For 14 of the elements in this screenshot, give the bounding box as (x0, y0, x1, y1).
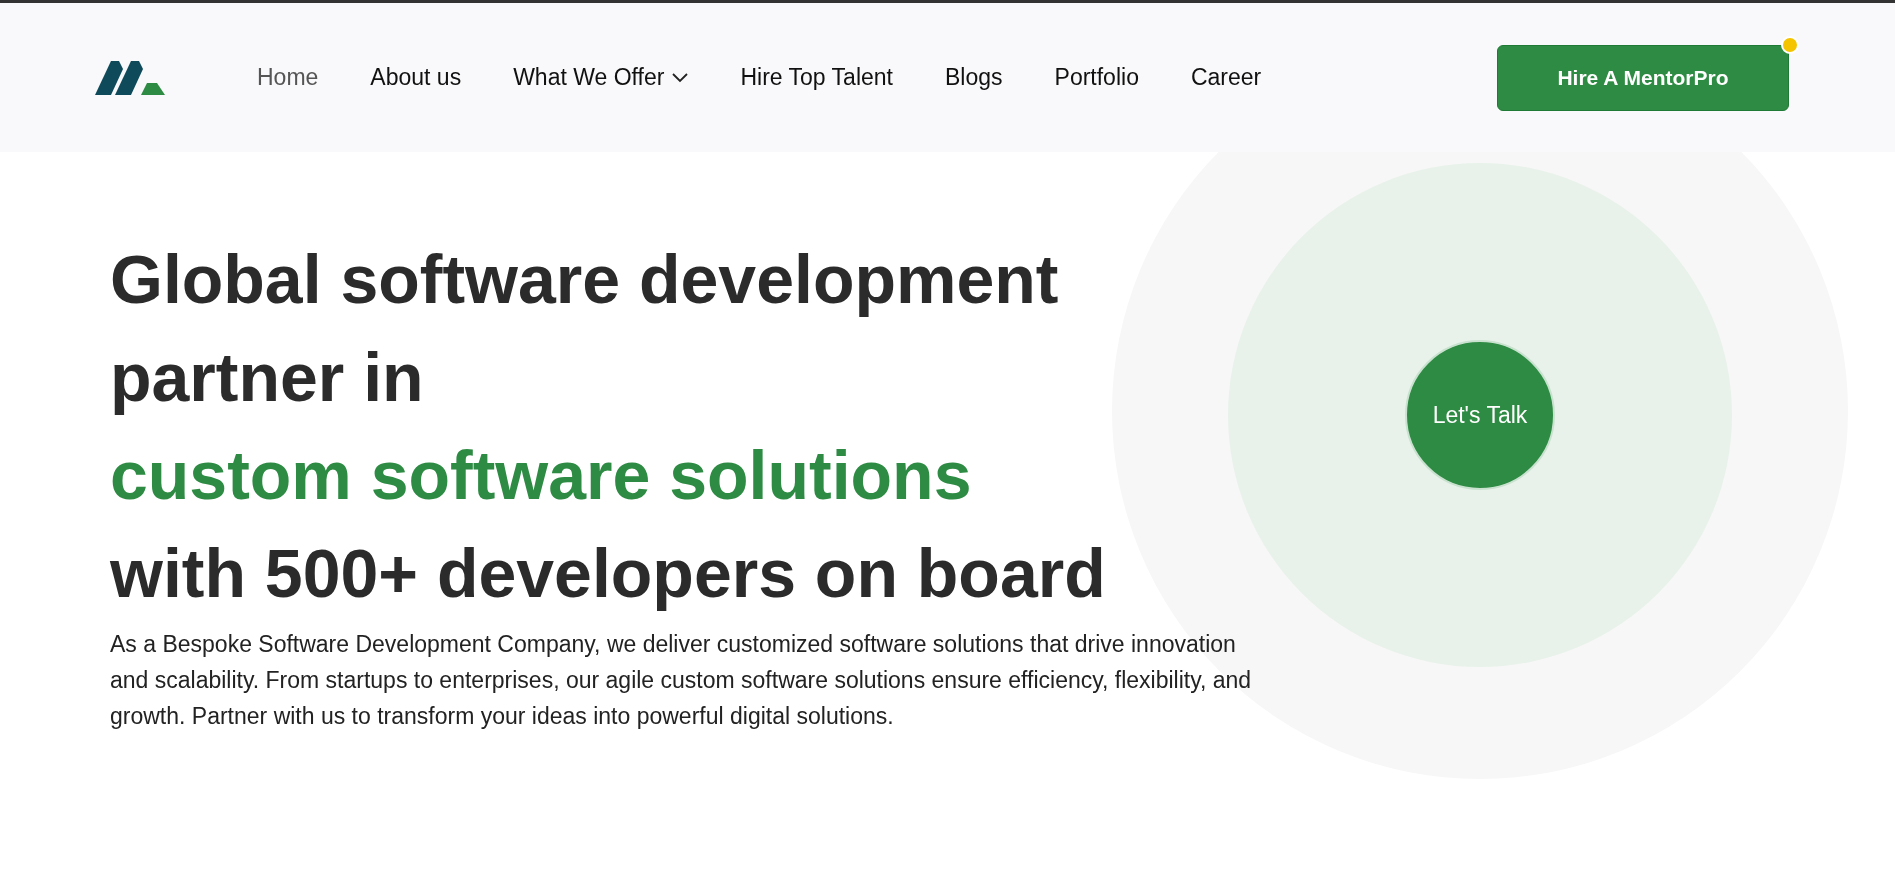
nav-link[interactable]: Blogs (945, 60, 1003, 95)
nav-link[interactable]: Portfolio (1054, 60, 1139, 95)
headline-line: with 500+ developers on board (110, 534, 1107, 613)
nav-link[interactable]: Home (257, 60, 319, 95)
nav-link[interactable]: Hire Top Talent (740, 60, 893, 95)
nav-link[interactable]: About us (370, 60, 462, 95)
hire-mentor-button[interactable]: Hire A MentorPro (1497, 44, 1789, 111)
headline-line: Global software development (110, 240, 1060, 319)
headline-line: partner in (110, 338, 425, 417)
headline-line: custom software solutions (110, 436, 973, 515)
lets-talk-button[interactable]: Let's Talk (1405, 340, 1555, 490)
hero-description: As a Bespoke Software Development Company, we deliver customized software solutions that drive innovation and scalability. From startups to enterprises, our agile custom software solutions ensure efficiency, flexibility, and growth. Partner with us to transform your ideas into powerful digital solutions. (110, 630, 1253, 731)
nav-link[interactable]: Career (1190, 60, 1262, 95)
nav-link[interactable]: What We Offer (513, 60, 689, 95)
